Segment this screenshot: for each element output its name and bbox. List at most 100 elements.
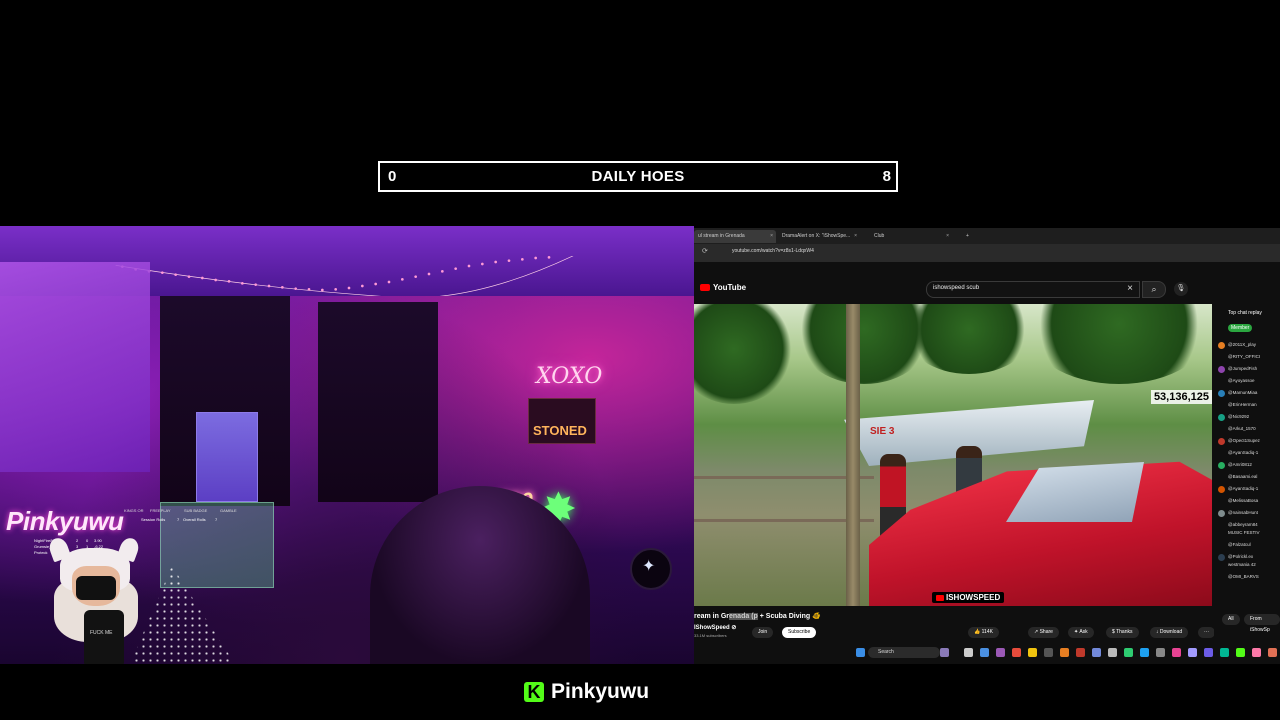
chat-message: @ErinHerman [1228, 402, 1257, 407]
app-icon[interactable] [1204, 648, 1213, 657]
avatar-body: FUCK ME [84, 610, 124, 664]
video-player[interactable]: SIE 3 53,136,125 ISHOWSPEED [694, 304, 1212, 606]
board-header: KINGS OR [124, 508, 144, 513]
youtube-logo[interactable]: YouTube [700, 283, 746, 292]
app-icon[interactable] [1220, 648, 1229, 657]
app-icon[interactable] [1140, 648, 1149, 657]
tree [1024, 304, 1212, 384]
chat-avatar [1218, 486, 1225, 493]
ask-button[interactable]: ✦ Ask [1068, 627, 1094, 638]
chat-avatar [1218, 554, 1225, 561]
board-cell: 0 [86, 538, 89, 543]
app-icon[interactable] [1060, 648, 1069, 657]
chat-avatar [1218, 510, 1225, 517]
chat-filter-all[interactable]: All [1222, 614, 1240, 625]
title-part: + Scuba Diving 🐠 [757, 613, 821, 620]
board-header: FREEPLAY [150, 508, 171, 513]
stoned-sign: STONED [528, 398, 596, 444]
search-icon: ⌕ [1151, 284, 1157, 294]
app-icon[interactable] [996, 648, 1005, 657]
join-button[interactable]: Join [752, 627, 774, 638]
app-icon[interactable] [1044, 648, 1053, 657]
chat-filter-from-channel[interactable]: From iShowSp [1244, 614, 1280, 633]
chat-message: @Nic9292 [1228, 414, 1250, 419]
download-label: Download [1159, 629, 1183, 635]
board-header: GAMBLE [220, 508, 237, 513]
chat-avatar [1218, 414, 1225, 421]
counter-right-value: 8 [882, 168, 891, 185]
app-icon[interactable] [1156, 648, 1165, 657]
chrome-icon[interactable] [1028, 648, 1037, 657]
chat-message: @MelissaBosa [1228, 498, 1259, 503]
tree [904, 304, 1034, 374]
app-icon[interactable] [1172, 648, 1181, 657]
title-part: ream in Gr [694, 613, 730, 620]
app-icon[interactable] [1252, 648, 1261, 657]
tab-club[interactable]: Club × [870, 230, 952, 243]
share-button[interactable]: ↗ Share [1028, 627, 1059, 638]
tab-dramaalert[interactable]: DramaAlert on X: "iShowSpe... × [778, 230, 860, 243]
close-icon[interactable]: × [770, 230, 773, 243]
overlay-logo-text: Pinkyuwu [6, 506, 124, 536]
chat-avatar [1218, 462, 1225, 469]
discord-icon[interactable] [1092, 648, 1101, 657]
app-icon[interactable] [1188, 648, 1197, 657]
app-icon[interactable] [980, 648, 989, 657]
board-header: SUB BADGE [184, 508, 208, 513]
new-tab-button[interactable]: + [962, 230, 976, 243]
chat-message: @RITY_OFFICI [1228, 354, 1261, 359]
kick-icon[interactable] [1236, 648, 1245, 657]
like-button[interactable]: 👍 114K [968, 627, 999, 638]
chat-avatar [1218, 342, 1225, 349]
app-icon[interactable] [1108, 648, 1117, 657]
tab-label: ul stream in Grenada [698, 233, 745, 239]
like-count: 114K [981, 629, 993, 635]
chat-avatar [1218, 366, 1225, 373]
chat-header[interactable]: Top chat replay [1228, 310, 1262, 316]
app-icon[interactable] [1124, 648, 1133, 657]
app-icon[interactable] [940, 648, 949, 657]
taskbar-search[interactable]: Search [868, 647, 940, 658]
chat-message: @JumpedFish [1228, 366, 1258, 371]
app-icon[interactable] [1012, 648, 1021, 657]
search-input[interactable]: ishowspeed scub × [926, 281, 1140, 298]
youtube-logo-text: YouTube [713, 283, 747, 292]
chat-message: @Arkut_1570 [1228, 426, 1256, 431]
clear-search-icon[interactable]: × [1127, 283, 1133, 294]
channel-name[interactable]: IShowSpeed ⊘ [694, 624, 736, 631]
pole [846, 304, 860, 606]
subscribe-button[interactable]: Subscribe [782, 627, 817, 638]
thanks-button[interactable]: $ Thanks [1106, 627, 1139, 638]
search-button[interactable]: ⌕ [1142, 281, 1166, 298]
subscriber-count: 33.1M subscribers [694, 633, 727, 638]
download-button[interactable]: ↓ Download [1150, 627, 1189, 638]
mic-icon[interactable]: 🎙 [1174, 282, 1188, 296]
chat-message: @Polrickl.ex [1228, 554, 1254, 559]
tab-grenada-stream[interactable]: ul stream in Grenada × [694, 230, 776, 243]
bird-icon: ✦ [642, 558, 656, 575]
windows-start-icon[interactable] [856, 648, 865, 657]
url-field[interactable]: youtube.com/watch?v=z8s1-LdqxW4 [732, 248, 814, 254]
watermark-text: ISHOWSPEED [946, 593, 1001, 602]
close-icon[interactable]: × [854, 230, 857, 243]
youtube-play-icon [936, 594, 944, 601]
thumbs-up-icon: 👍 [974, 629, 982, 635]
windows-taskbar: Search [844, 644, 1280, 662]
tab-strip: ul stream in Grenada × DramaAlert on X: "… [694, 228, 1280, 244]
avatar-shirt-text: FUCK ME [90, 630, 113, 636]
chat-message: @AyanSadiq-1 [1228, 450, 1259, 455]
board-cell: 2 [76, 538, 79, 543]
more-button[interactable]: ··· [1198, 627, 1215, 638]
close-icon[interactable]: × [946, 230, 949, 243]
kick-logo-icon: K [524, 682, 544, 702]
app-icon[interactable] [1268, 648, 1277, 657]
lamp: ✦ [630, 548, 672, 590]
reload-icon[interactable]: ⟳ [702, 247, 708, 255]
title-selected-part: enada (p [729, 613, 758, 620]
app-icon[interactable] [964, 648, 973, 657]
youtube-header: YouTube ishowspeed scub × ⌕ 🎙 [694, 280, 1280, 300]
daily-counter-bar: 0 DAILY HOES 8 [378, 161, 898, 192]
ask-label: Ask [1079, 629, 1088, 635]
app-icon[interactable] [1076, 648, 1085, 657]
youtube-play-icon [700, 284, 710, 292]
